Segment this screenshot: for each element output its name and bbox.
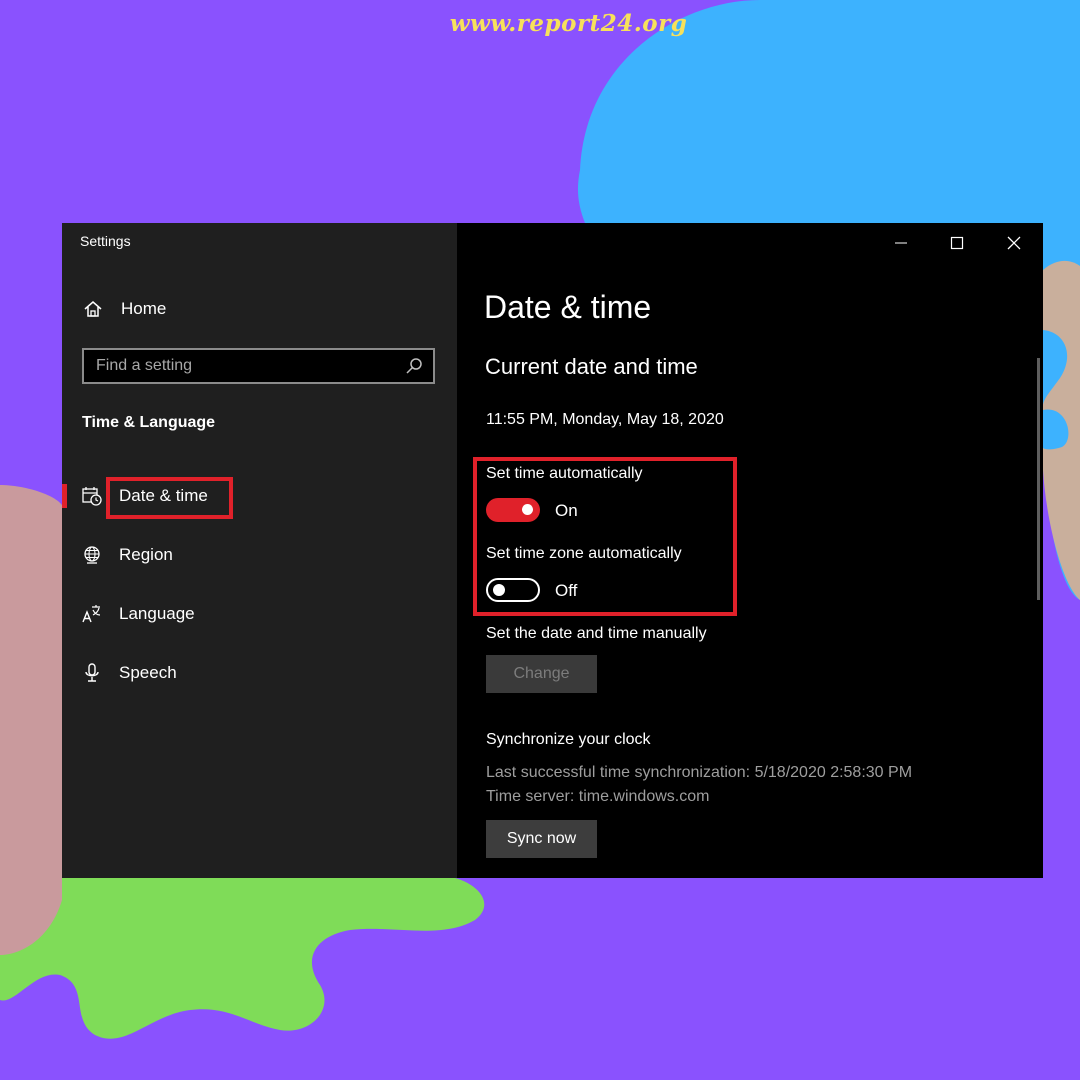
language-icon [82, 605, 101, 623]
current-datetime: 11:55 PM, Monday, May 18, 2020 [486, 411, 724, 428]
sidebar-item-speech[interactable]: Speech [62, 653, 457, 693]
microphone-icon [85, 663, 99, 682]
sidebar-home-label: Home [121, 299, 167, 318]
sidebar-item-date-time[interactable]: Date & time [62, 476, 457, 516]
search-input[interactable] [84, 356, 403, 376]
sync-now-button[interactable]: Sync now [486, 820, 597, 858]
settings-window: Settings Home Time & Language Date & tim… [62, 223, 1043, 878]
globe-icon [84, 546, 100, 564]
search-icon[interactable] [403, 355, 425, 377]
window-title: Settings [80, 233, 131, 249]
sidebar-item-label: Date & time [119, 486, 208, 505]
time-server-text: Time server: time.windows.com [486, 788, 710, 805]
manual-datetime-label: Set the date and time manually [486, 625, 707, 642]
section-title: Current date and time [485, 354, 698, 379]
set-time-auto-state: On [555, 501, 578, 520]
maximize-button[interactable] [934, 229, 980, 257]
close-button[interactable] [991, 229, 1037, 257]
minimize-icon [895, 242, 907, 244]
sidebar-item-label: Region [119, 545, 173, 564]
sidebar: Settings Home Time & Language Date & tim… [62, 223, 457, 878]
sidebar-item-label: Speech [119, 663, 177, 682]
sidebar-section-title: Time & Language [82, 414, 216, 431]
sidebar-item-region[interactable]: Region [62, 535, 457, 575]
sidebar-home[interactable]: Home [82, 298, 166, 320]
set-time-auto-label: Set time automatically [486, 465, 643, 482]
close-icon [1007, 236, 1021, 250]
home-icon [84, 301, 102, 317]
toggle-knob [522, 504, 533, 515]
search-box [82, 348, 435, 384]
scrollbar[interactable] [1037, 358, 1040, 600]
calendar-clock-icon [82, 487, 102, 506]
watermark: www.report24.org [449, 10, 688, 37]
set-timezone-auto-label: Set time zone automatically [486, 545, 682, 562]
sidebar-item-language[interactable]: Language [62, 594, 457, 634]
minimize-button[interactable] [878, 229, 924, 257]
sync-title: Synchronize your clock [486, 731, 651, 748]
last-sync-text: Last successful time synchronization: 5/… [486, 764, 913, 781]
set-timezone-auto-state: Off [555, 581, 578, 600]
change-button[interactable]: Change [486, 655, 597, 693]
main-content: Date & time Current date and time 11:55 … [457, 223, 1043, 878]
page-title: Date & time [484, 289, 652, 325]
sidebar-item-label: Language [119, 604, 195, 623]
toggle-knob [493, 584, 505, 596]
set-time-auto-toggle[interactable] [486, 498, 540, 522]
set-timezone-auto-toggle[interactable] [486, 578, 540, 602]
maximize-icon [950, 236, 964, 250]
